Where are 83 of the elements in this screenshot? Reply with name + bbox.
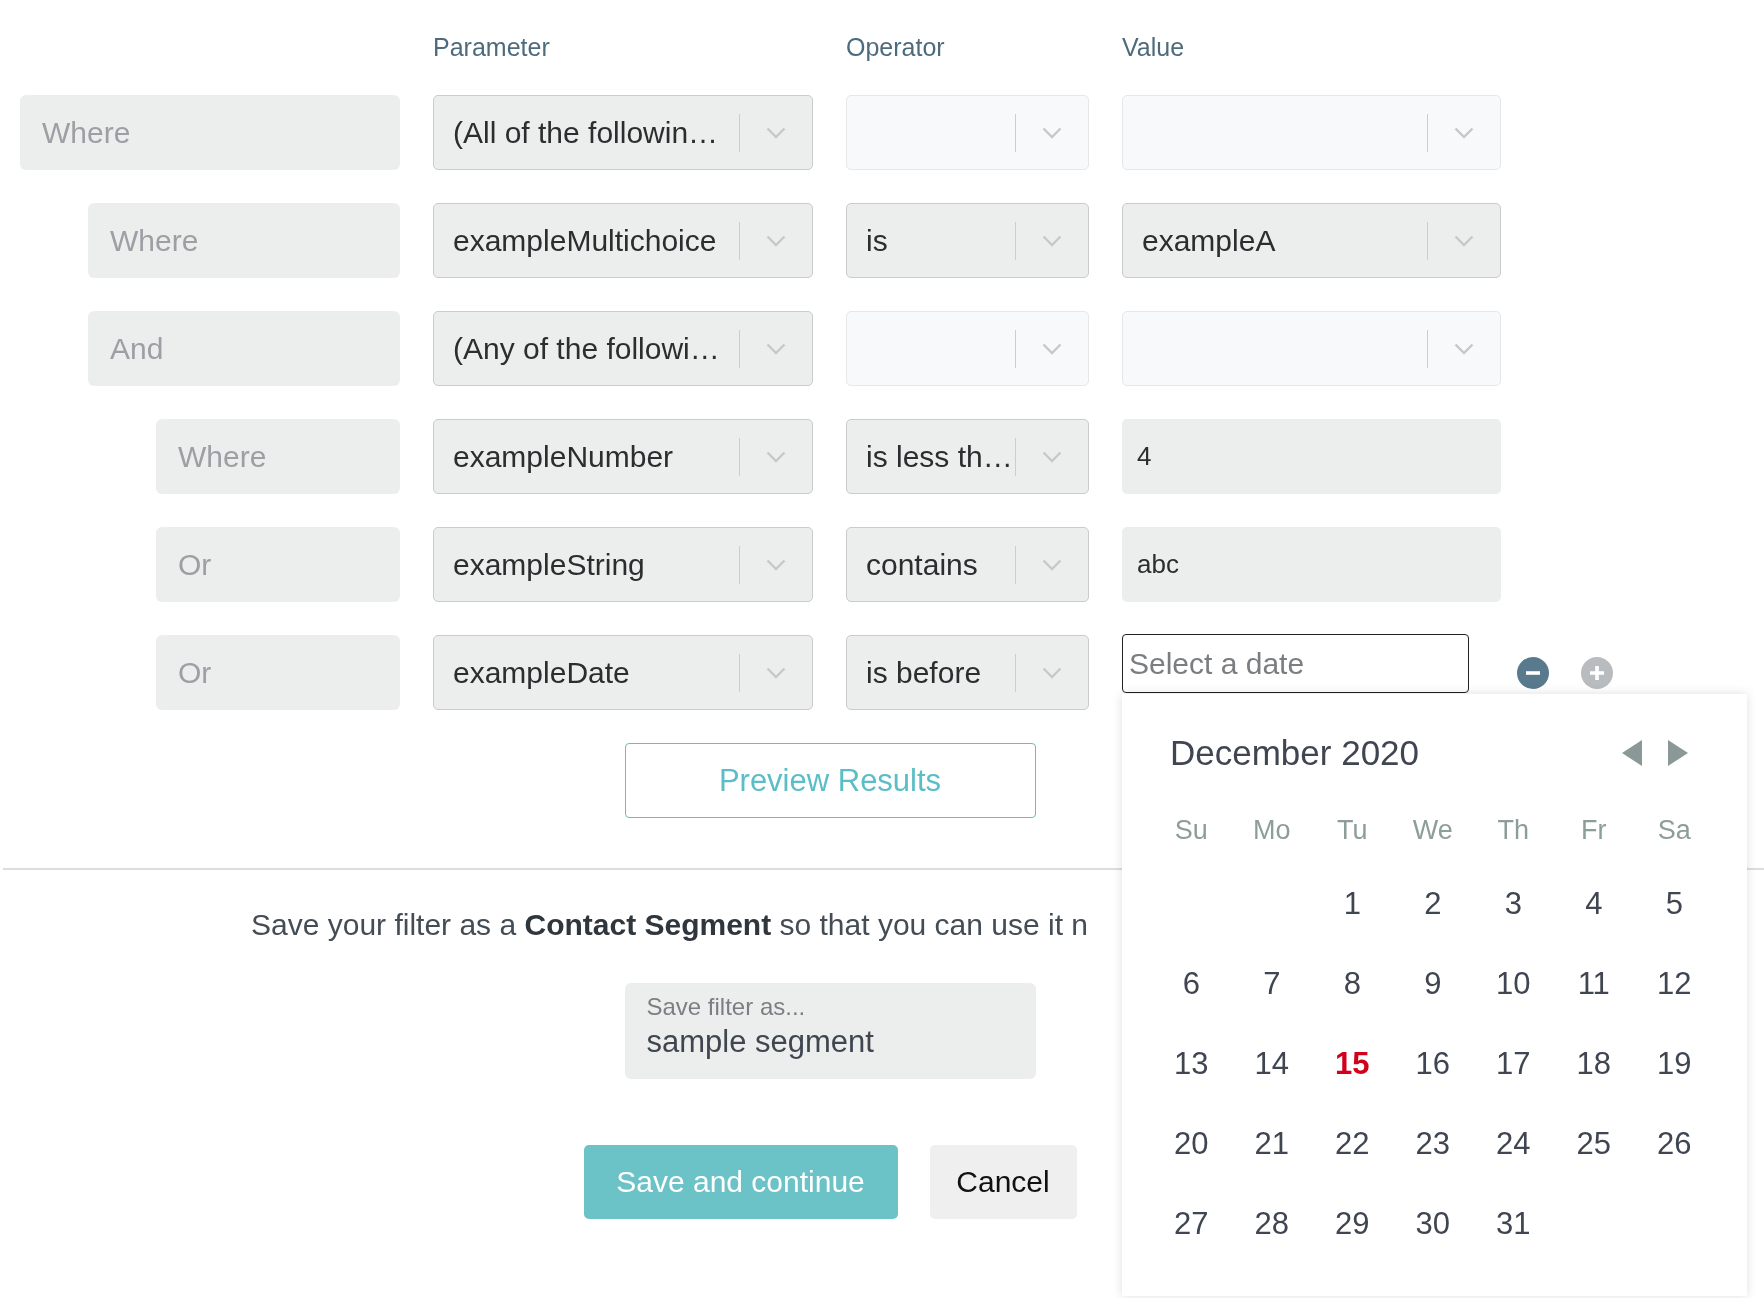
parameter-dropdown[interactable]: (All of the followin…: [433, 95, 813, 170]
chevron-down-icon: [1042, 342, 1062, 355]
calendar-day[interactable]: 15: [1312, 1024, 1393, 1104]
calendar-day[interactable]: 7: [1231, 944, 1312, 1024]
chevron-down-icon: [1042, 126, 1062, 139]
parameter-dropdown[interactable]: (Any of the followi…: [433, 311, 813, 386]
weekday-label: Mo: [1252, 813, 1292, 847]
calendar-day[interactable]: 23: [1392, 1104, 1473, 1184]
value-field[interactable]: abc: [1122, 527, 1501, 602]
calendar-day[interactable]: 31: [1473, 1184, 1554, 1264]
operator-dropdown[interactable]: is less th…: [846, 419, 1089, 494]
chevron-down-icon: [1042, 450, 1062, 463]
conjunction-field: Where: [88, 203, 400, 278]
calendar-day[interactable]: 20: [1151, 1104, 1232, 1184]
calendar-day[interactable]: 11: [1553, 944, 1634, 1024]
chevron-down-icon: [1042, 234, 1062, 247]
calendar-day[interactable]: 1: [1312, 864, 1393, 944]
calendar-day[interactable]: 10: [1473, 944, 1554, 1024]
conjunction-field: And: [88, 311, 400, 386]
calendar-day[interactable]: 16: [1392, 1024, 1473, 1104]
chevron-down-icon: [1454, 234, 1474, 247]
calendar-day[interactable]: 21: [1231, 1104, 1312, 1184]
calendar-day[interactable]: 22: [1312, 1104, 1393, 1184]
date-field[interactable]: Select a date: [1122, 634, 1469, 693]
chevron-down-icon: [766, 666, 786, 679]
calendar-day[interactable]: 26: [1634, 1104, 1715, 1184]
calendar-day[interactable]: 27: [1151, 1184, 1232, 1264]
chevron-down-icon: [766, 342, 786, 355]
save-segment-text: Save your filter as a Contact Segment so that you can use it n: [251, 906, 1089, 943]
parameter-dropdown[interactable]: exampleMultichoice: [433, 203, 813, 278]
chevron-down-icon: [1042, 666, 1062, 679]
calendar-day[interactable]: 14: [1231, 1024, 1312, 1104]
calendar-day[interactable]: 24: [1473, 1104, 1554, 1184]
column-header: Value: [1122, 32, 1186, 62]
minus-circle-icon[interactable]: [1517, 656, 1549, 689]
calendar-day[interactable]: 9: [1392, 944, 1473, 1024]
chevron-down-icon: [1042, 558, 1062, 571]
conjunction-field: Or: [156, 527, 400, 602]
calendar-day[interactable]: 19: [1634, 1024, 1715, 1104]
weekday-label: We: [1411, 813, 1454, 847]
save-filter-field[interactable]: Save filter as... sample segment: [624, 982, 1036, 1079]
operator-dropdown[interactable]: is: [846, 203, 1089, 278]
conjunction-field: Or: [156, 635, 400, 710]
calendar-day[interactable]: 8: [1312, 944, 1393, 1024]
calendar-day[interactable]: 2: [1392, 864, 1473, 944]
calendar-day[interactable]: 5: [1634, 864, 1715, 944]
value-dropdown[interactable]: exampleA: [1122, 203, 1501, 278]
right-triangle-icon[interactable]: [1668, 740, 1688, 766]
calendar-day[interactable]: 28: [1231, 1184, 1312, 1264]
calendar-day[interactable]: 29: [1312, 1184, 1393, 1264]
chevron-down-icon: [766, 126, 786, 139]
calendar-day[interactable]: 18: [1553, 1024, 1634, 1104]
left-triangle-icon[interactable]: [1622, 740, 1642, 766]
chevron-down-icon: [766, 450, 786, 463]
weekday-label: Fr: [1580, 813, 1608, 847]
weekday-label: Tu: [1336, 813, 1369, 847]
calendar-day[interactable]: 13: [1151, 1024, 1232, 1104]
chevron-down-icon: [766, 558, 786, 571]
parameter-dropdown[interactable]: exampleString: [433, 527, 813, 602]
calendar-day[interactable]: 6: [1151, 944, 1232, 1024]
cancel-button[interactable]: Cancel: [929, 1144, 1077, 1219]
column-header: Parameter: [433, 32, 551, 62]
chevron-down-icon: [766, 234, 786, 247]
operator-dropdown[interactable]: is before: [846, 635, 1089, 710]
calendar-day[interactable]: 3: [1473, 864, 1554, 944]
weekday-label: Th: [1496, 813, 1530, 847]
column-header: Operator: [846, 32, 946, 62]
value-field[interactable]: 4: [1122, 419, 1501, 494]
month-title: December 2020: [1170, 733, 1421, 773]
parameter-dropdown[interactable]: exampleDate: [433, 635, 813, 710]
weekday-label: Su: [1173, 813, 1209, 847]
calendar-day[interactable]: 12: [1634, 944, 1715, 1024]
chevron-down-icon: [1454, 342, 1474, 355]
conjunction-field: Where: [156, 419, 400, 494]
calendar-day[interactable]: 25: [1553, 1104, 1634, 1184]
chevron-down-icon: [1454, 126, 1474, 139]
conjunction-field: Where: [20, 95, 400, 170]
weekday-label: Sa: [1656, 813, 1692, 847]
operator-dropdown[interactable]: contains: [846, 527, 1089, 602]
calendar-day[interactable]: 17: [1473, 1024, 1554, 1104]
calendar-day[interactable]: 30: [1392, 1184, 1473, 1264]
calendar-day[interactable]: 4: [1553, 864, 1634, 944]
parameter-dropdown[interactable]: exampleNumber: [433, 419, 813, 494]
